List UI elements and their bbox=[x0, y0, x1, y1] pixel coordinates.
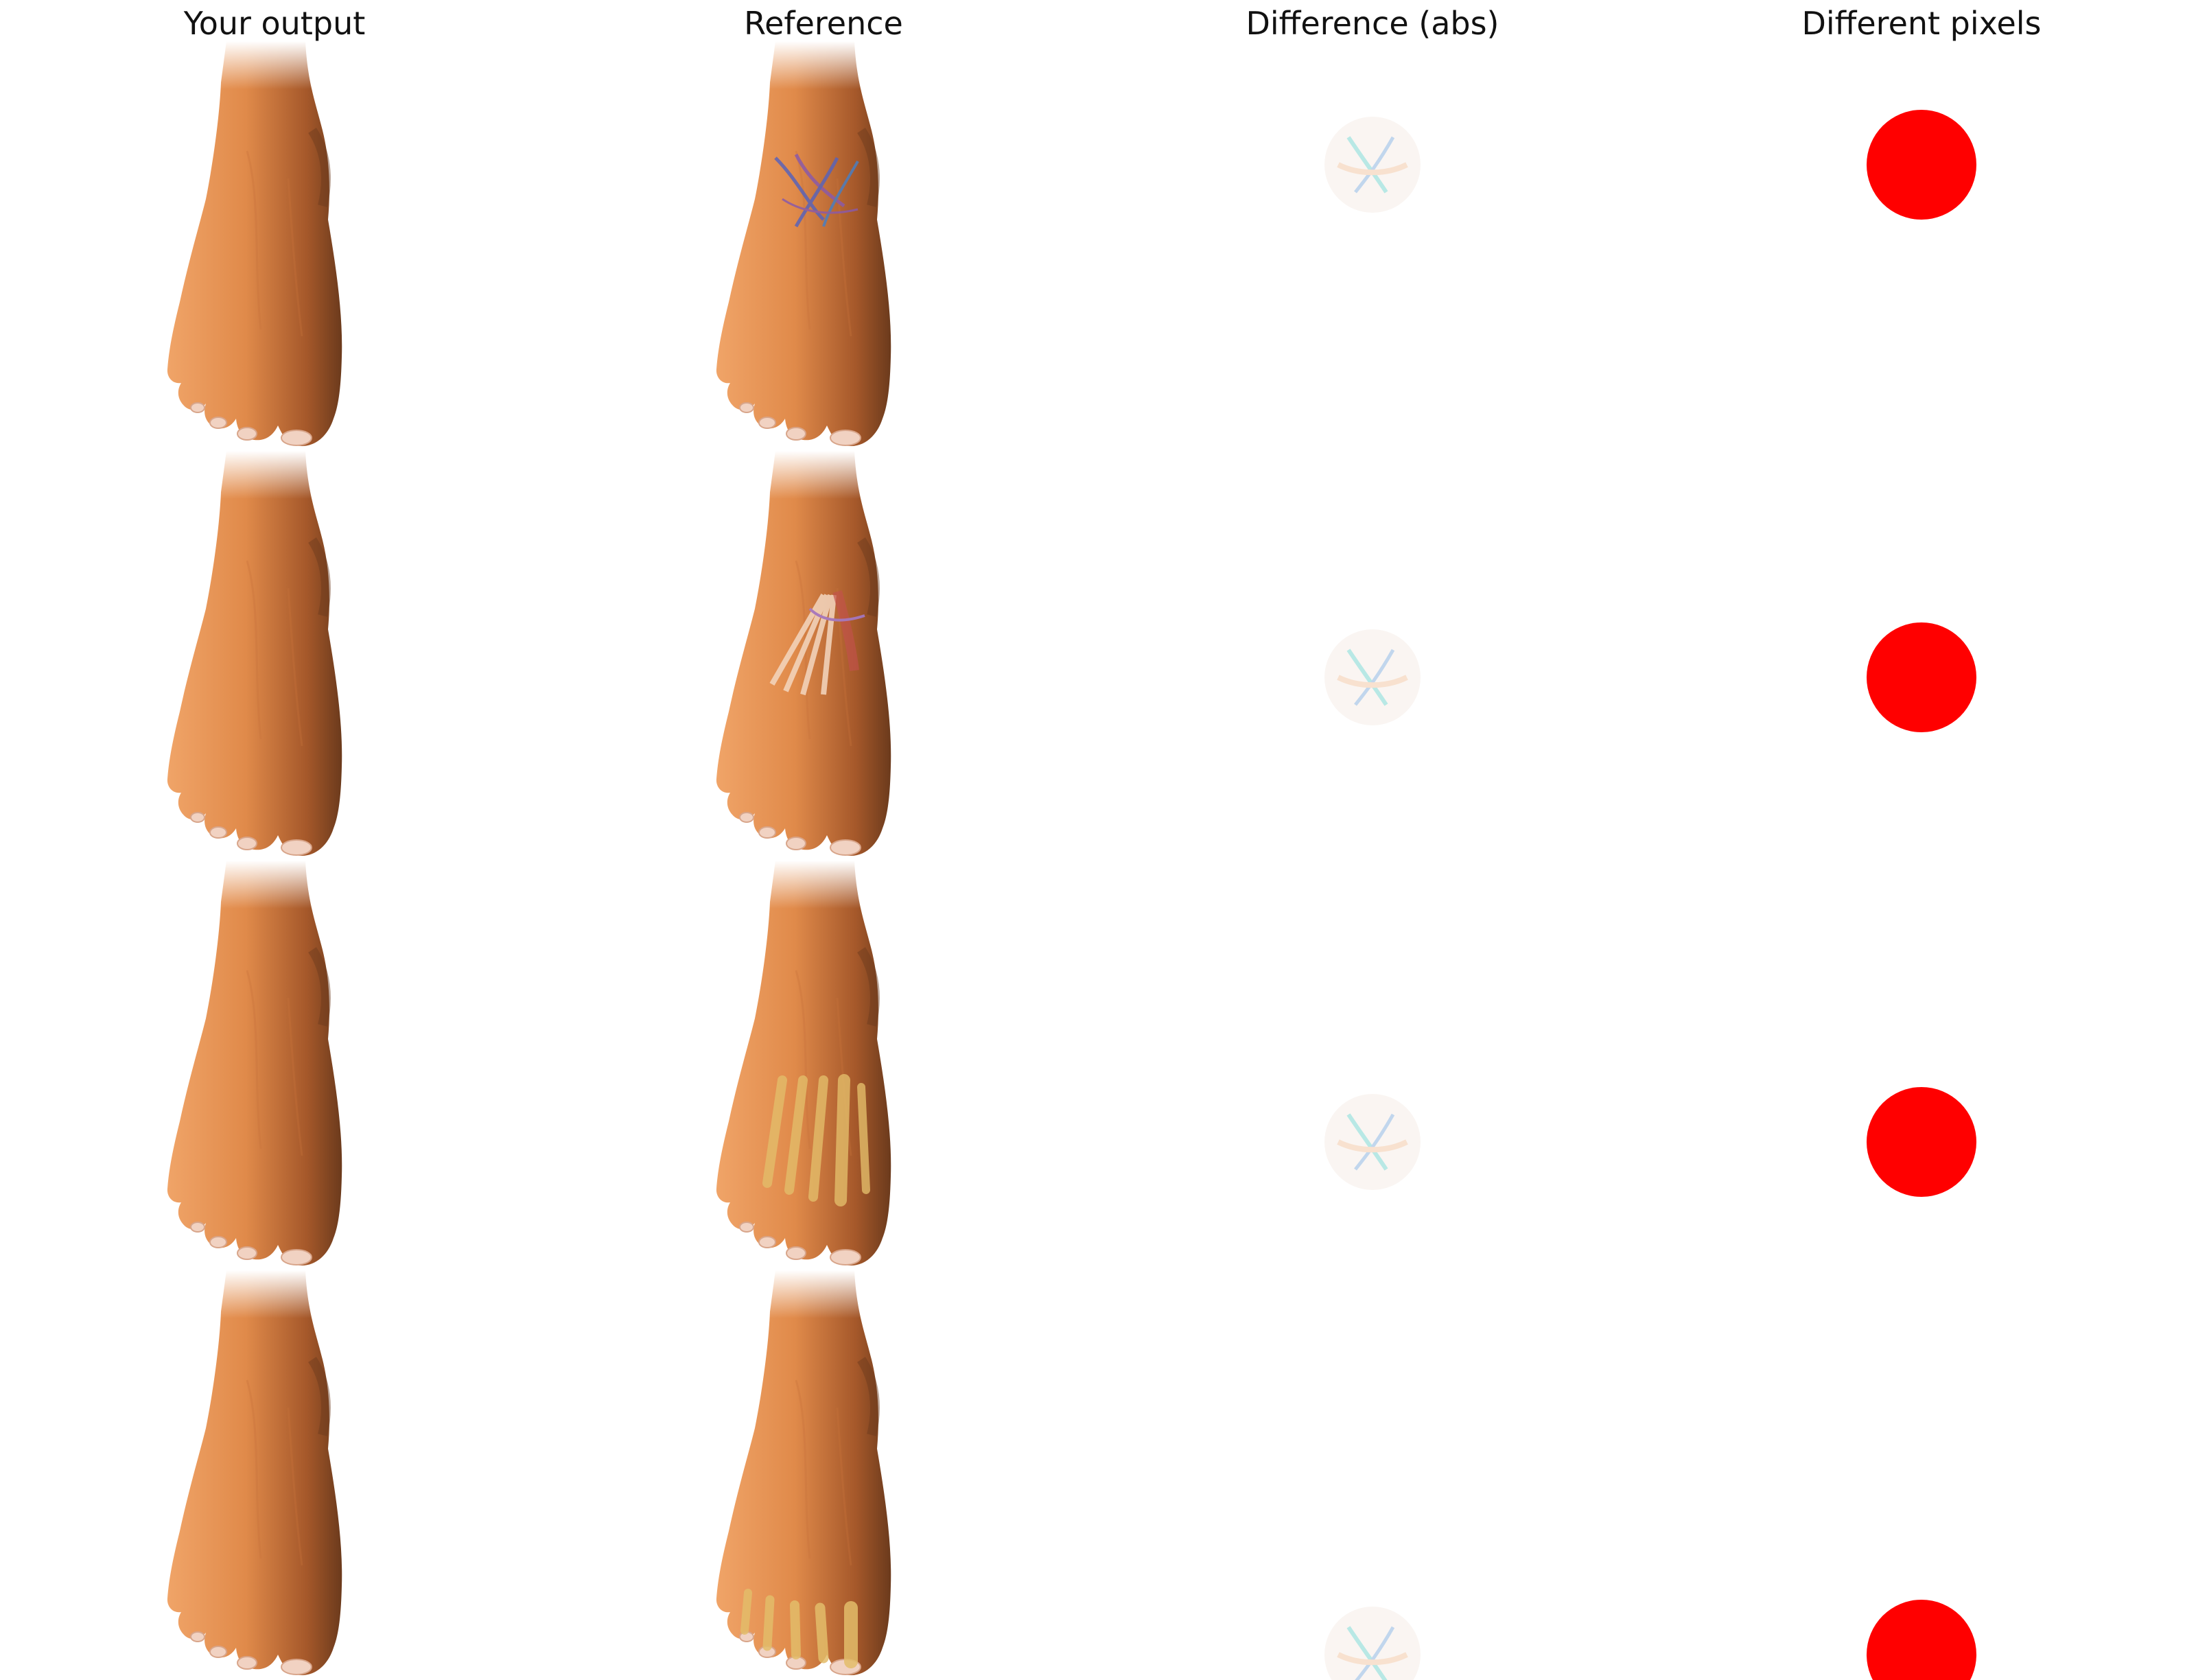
toenail bbox=[281, 430, 312, 446]
column-header-reference: Reference bbox=[744, 5, 903, 42]
foot-shape bbox=[167, 41, 342, 446]
toenail bbox=[190, 402, 205, 413]
cell-row-1-mask bbox=[1647, 41, 2196, 451]
difference-residue bbox=[1324, 117, 1421, 213]
foot-shape bbox=[716, 41, 891, 446]
comparison-figure: Your output Reference Difference (abs) D… bbox=[0, 0, 2196, 1680]
toenail bbox=[190, 812, 205, 823]
cell-row-2-output bbox=[0, 451, 549, 861]
toenail bbox=[786, 427, 806, 441]
toenail bbox=[830, 1249, 861, 1265]
toenail bbox=[281, 1659, 312, 1675]
toenail bbox=[190, 1631, 205, 1642]
toenail bbox=[758, 826, 776, 839]
mask-image bbox=[1867, 1087, 1976, 1197]
foot-shape bbox=[167, 861, 342, 1265]
difference-residue bbox=[1324, 1607, 1421, 1680]
output-image bbox=[167, 861, 342, 1265]
toenail bbox=[209, 1236, 227, 1248]
toenail bbox=[830, 430, 861, 446]
toenail bbox=[739, 812, 754, 823]
output-image bbox=[167, 451, 342, 856]
toenail bbox=[237, 1656, 257, 1670]
reference-image bbox=[716, 451, 891, 856]
diff-image bbox=[1324, 1094, 1421, 1190]
toenail bbox=[209, 826, 227, 839]
cell-row-4-output bbox=[0, 1270, 549, 1680]
difference-residue bbox=[1324, 629, 1421, 725]
toenail bbox=[281, 839, 312, 856]
toenail bbox=[281, 1249, 312, 1265]
mask-image bbox=[1867, 1600, 1976, 1680]
toenail bbox=[786, 1246, 806, 1260]
toenail bbox=[739, 1222, 754, 1233]
toenail bbox=[758, 1236, 776, 1248]
foot-shape bbox=[167, 451, 342, 856]
toenail bbox=[237, 1246, 257, 1260]
foot-shape bbox=[167, 1270, 342, 1675]
output-image bbox=[167, 1270, 342, 1675]
cell-row-1-diff bbox=[1098, 41, 1647, 451]
toenail bbox=[190, 1222, 205, 1233]
mask-image bbox=[1867, 110, 1976, 220]
diff-image bbox=[1324, 629, 1421, 725]
output-image bbox=[167, 41, 342, 446]
reference-image bbox=[716, 1270, 891, 1675]
cell-row-2-mask bbox=[1647, 451, 2196, 861]
column-header-different-pixels: Different pixels bbox=[1801, 5, 2042, 42]
column-header-difference: Difference (abs) bbox=[1246, 5, 1499, 42]
foot-shape bbox=[716, 861, 891, 1265]
mask-image bbox=[1867, 622, 1976, 732]
reference-image bbox=[716, 41, 891, 446]
cell-row-2-diff bbox=[1098, 451, 1647, 861]
cell-row-1-reference bbox=[549, 41, 1098, 451]
cell-row-3-reference bbox=[549, 861, 1098, 1270]
cell-row-2-reference bbox=[549, 451, 1098, 861]
cell-row-4-diff bbox=[1098, 1270, 1647, 1680]
toenail bbox=[830, 839, 861, 856]
cell-row-3-output bbox=[0, 861, 549, 1270]
toenail bbox=[209, 417, 227, 429]
toenail bbox=[209, 1646, 227, 1658]
cell-row-4-mask bbox=[1647, 1270, 2196, 1680]
image-grid bbox=[0, 41, 2196, 1680]
toenail bbox=[237, 427, 257, 441]
reference-image bbox=[716, 861, 891, 1265]
cell-row-4-reference bbox=[549, 1270, 1098, 1680]
toenail bbox=[758, 417, 776, 429]
cell-row-3-mask bbox=[1647, 861, 2196, 1270]
toenail bbox=[739, 402, 754, 413]
diff-image bbox=[1324, 117, 1421, 213]
diff-image bbox=[1324, 1607, 1421, 1680]
toenail bbox=[786, 837, 806, 850]
difference-residue bbox=[1324, 1094, 1421, 1190]
column-header-output: Your output bbox=[183, 5, 366, 42]
cell-row-3-diff bbox=[1098, 861, 1647, 1270]
cell-row-1-output bbox=[0, 41, 549, 451]
toenail bbox=[237, 837, 257, 850]
